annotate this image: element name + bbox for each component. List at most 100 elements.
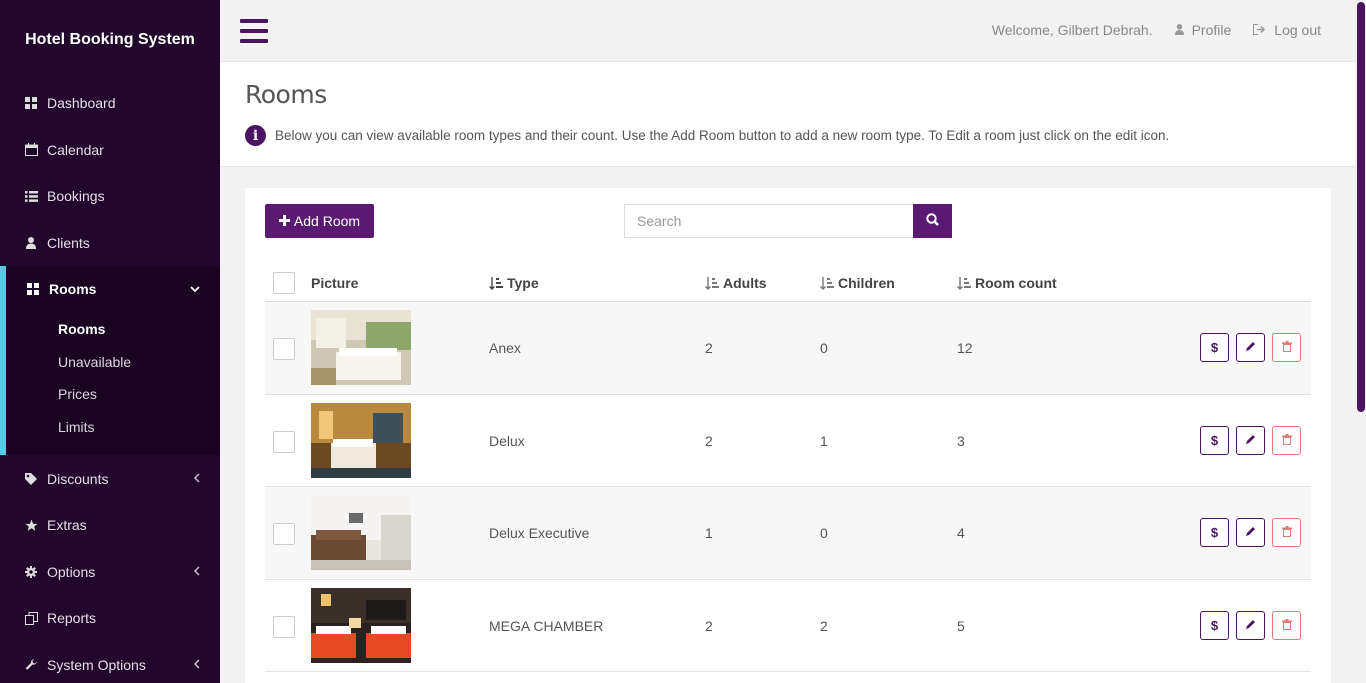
table-row: Delux Executive 1 0 4 $ <box>265 487 1311 580</box>
search-icon <box>926 213 939 229</box>
user-menu: Welcome, Gilbert Debrah. Profile Log out <box>992 22 1321 38</box>
sidebar: Hotel Booking System Dashboard Calendar … <box>0 0 220 683</box>
trash-icon <box>1281 433 1292 448</box>
table-row: MEGA CHAMBER 2 2 5 $ <box>265 580 1311 672</box>
trash-icon <box>1281 340 1292 355</box>
search-input[interactable] <box>624 204 913 238</box>
sidebar-subitem-prices[interactable]: Prices <box>6 378 220 411</box>
profile-label: Profile <box>1191 22 1232 38</box>
room-type: Delux <box>489 432 525 449</box>
room-photo[interactable] <box>311 495 411 570</box>
user-icon <box>24 236 38 250</box>
sort-icon <box>957 276 971 293</box>
delete-button[interactable] <box>1272 610 1301 640</box>
sidebar-item-label: Clients <box>47 234 90 251</box>
vertical-scrollbar[interactable] <box>1355 0 1366 683</box>
row-checkbox[interactable] <box>273 523 295 545</box>
sidebar-item-extras[interactable]: Extras <box>0 502 220 549</box>
chevron-down-icon <box>190 282 200 296</box>
sidebar-item-bookings[interactable]: Bookings <box>0 173 220 220</box>
price-button[interactable]: $ <box>1200 333 1229 362</box>
table-row: Delux 2 1 3 $ <box>265 395 1311 487</box>
dashboard-icon <box>26 282 40 296</box>
room-type: Delux Executive <box>489 525 590 541</box>
header-room-count[interactable]: Room count <box>957 275 1057 293</box>
plus-icon <box>278 213 290 229</box>
room-photo[interactable] <box>311 402 411 478</box>
dashboard-icon <box>24 96 38 110</box>
sidebar-item-options[interactable]: Options <box>0 548 220 595</box>
add-room-button[interactable]: Add Room <box>265 204 374 238</box>
sort-icon <box>705 276 719 293</box>
room-photo[interactable] <box>311 587 411 663</box>
room-adults: 1 <box>705 525 713 541</box>
room-count: 5 <box>957 617 965 634</box>
row-checkbox[interactable] <box>273 615 295 638</box>
price-button[interactable]: $ <box>1200 610 1229 640</box>
wrench-icon <box>24 658 38 672</box>
room-type: Anex <box>489 340 521 356</box>
header-type[interactable]: Type <box>489 275 539 293</box>
header-adults-label: Adults <box>723 275 767 291</box>
sort-icon <box>489 276 503 293</box>
header-children[interactable]: Children <box>820 275 895 293</box>
delete-button[interactable] <box>1272 518 1301 547</box>
search-button[interactable] <box>913 204 952 238</box>
select-all-checkbox[interactable] <box>273 272 295 294</box>
room-photo[interactable] <box>311 310 411 385</box>
sidebar-subitem-unavailable[interactable]: Unavailable <box>6 345 220 378</box>
edit-button[interactable] <box>1236 610 1265 640</box>
row-checkbox[interactable] <box>273 430 295 453</box>
sidebar-item-label: Extras <box>47 517 87 533</box>
edit-button[interactable] <box>1236 518 1265 547</box>
edit-button[interactable] <box>1236 333 1265 362</box>
rooms-table: Picture Type Adults Children Room count … <box>265 266 1311 672</box>
delete-button[interactable] <box>1272 333 1301 362</box>
sidebar-item-label: Reports <box>47 610 97 626</box>
gear-icon <box>24 565 38 579</box>
sidebar-item-reports[interactable]: Reports <box>0 595 220 642</box>
copy-icon <box>24 611 38 625</box>
row-checkbox[interactable] <box>273 338 295 360</box>
sidebar-subitem-rooms[interactable]: Rooms <box>6 313 220 346</box>
trash-icon <box>1281 618 1292 633</box>
logout-label: Log out <box>1274 22 1321 38</box>
sidebar-item-dashboard[interactable]: Dashboard <box>0 80 220 127</box>
menu-toggle-icon[interactable] <box>240 19 268 43</box>
price-button[interactable]: $ <box>1200 518 1229 547</box>
sidebar-item-clients[interactable]: Clients <box>0 220 220 267</box>
sidebar-item-rooms[interactable]: Rooms <box>6 266 220 313</box>
chevron-left-icon <box>193 472 200 486</box>
edit-button[interactable] <box>1236 425 1265 455</box>
pencil-icon <box>1245 433 1256 448</box>
page-title: Rooms <box>245 80 327 109</box>
logout-link[interactable]: Log out <box>1253 22 1321 38</box>
info-text: Below you can view available room types … <box>275 128 1170 143</box>
room-count: 12 <box>957 340 973 356</box>
sidebar-item-calendar[interactable]: Calendar <box>0 127 220 174</box>
sidebar-item-system-options[interactable]: System Options <box>0 641 220 683</box>
scrollbar-thumb[interactable] <box>1357 2 1365 412</box>
sidebar-item-label: Bookings <box>47 188 105 205</box>
room-children: 0 <box>820 525 828 541</box>
price-button[interactable]: $ <box>1200 425 1229 455</box>
sidebar-item-label: Rooms <box>49 281 97 298</box>
header-adults[interactable]: Adults <box>705 275 767 293</box>
rooms-panel: Add Room Picture Type Adults Children Ro… <box>245 188 1331 683</box>
search-bar <box>624 204 952 238</box>
delete-button[interactable] <box>1272 425 1301 455</box>
profile-link[interactable]: Profile <box>1174 22 1232 38</box>
sidebar-item-label: System Options <box>47 656 146 673</box>
sidebar-subitem-limits[interactable]: Limits <box>6 411 220 444</box>
topbar: Welcome, Gilbert Debrah. Profile Log out <box>220 0 1355 62</box>
list-icon <box>24 189 38 203</box>
room-children: 0 <box>820 340 828 356</box>
pencil-icon <box>1245 618 1256 633</box>
logout-icon <box>1253 22 1266 38</box>
tag-icon <box>24 472 38 486</box>
sidebar-item-discounts[interactable]: Discounts <box>0 455 220 502</box>
table-header: Picture Type Adults Children Room count <box>265 266 1311 302</box>
header-children-label: Children <box>838 275 895 291</box>
room-count: 3 <box>957 432 965 449</box>
user-icon <box>1174 22 1184 38</box>
